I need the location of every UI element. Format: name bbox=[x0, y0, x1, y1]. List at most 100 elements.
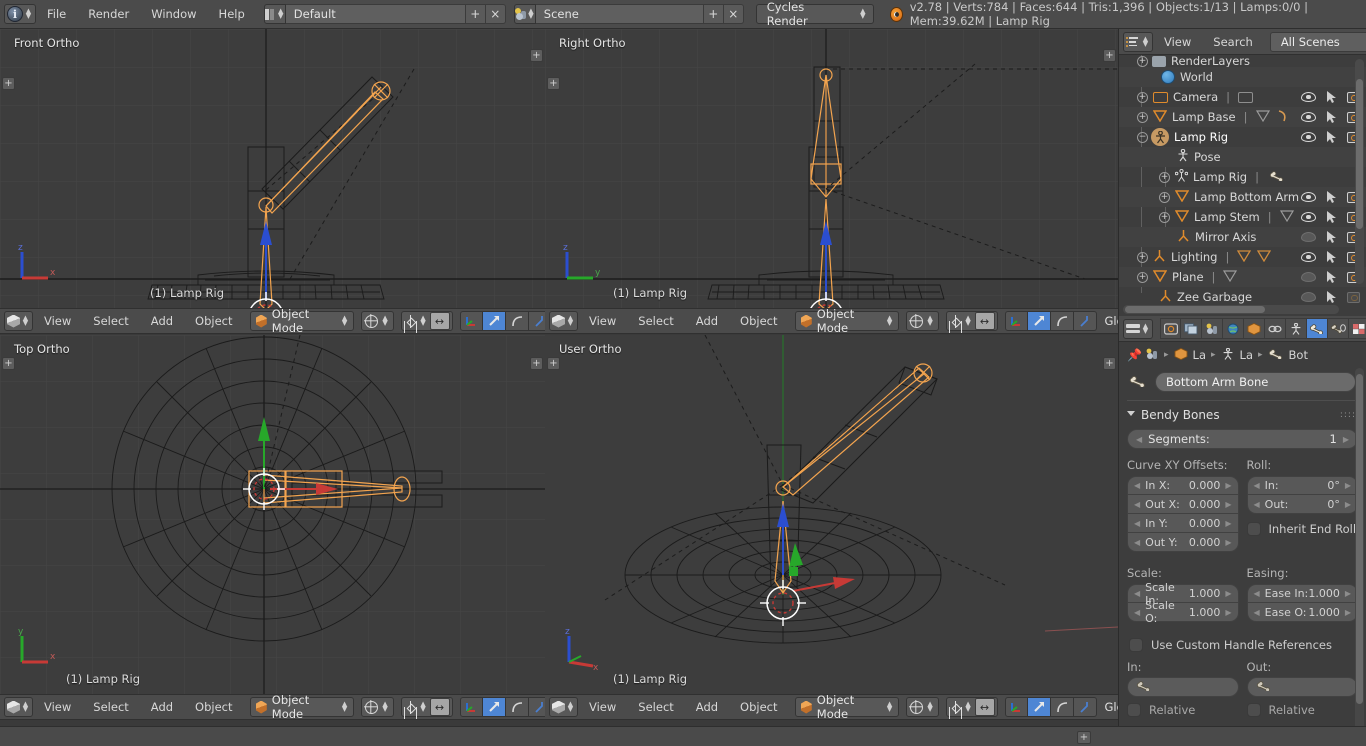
tab-object[interactable] bbox=[1244, 318, 1265, 339]
vp2-menu-view[interactable]: View bbox=[578, 309, 627, 333]
modifier-icon[interactable] bbox=[1276, 109, 1289, 125]
vp3-menu-select[interactable]: Select bbox=[82, 695, 139, 719]
expand-icon[interactable]: + bbox=[1159, 191, 1170, 203]
increment-arrow-icon[interactable]: ▶ bbox=[1345, 481, 1351, 490]
collapse-icon[interactable]: − bbox=[1137, 131, 1148, 143]
increment-arrow-icon[interactable]: ▶ bbox=[1225, 519, 1231, 528]
vp1-menu-object[interactable]: Object bbox=[184, 309, 243, 333]
render-engine-select[interactable]: Cycles Render ▲ ▼ bbox=[755, 0, 874, 28]
outliner-menu-search[interactable]: Search bbox=[1202, 29, 1264, 55]
breadcrumb-bone-label[interactable]: Bot bbox=[1289, 348, 1308, 362]
relative-in-checkbox[interactable] bbox=[1127, 703, 1141, 717]
snap-magnet-icon[interactable]: ↔ bbox=[974, 698, 995, 716]
blender-menu-button[interactable]: i ▲ ▼ bbox=[4, 4, 36, 24]
properties-editor-type-button[interactable]: ▲ ▼ bbox=[1123, 318, 1153, 339]
outliner-editor-type-button[interactable]: ▲ ▼ bbox=[1123, 31, 1153, 52]
outliner-row-lighting[interactable]: + Lighting | bbox=[1119, 247, 1366, 267]
statusbar-add-button[interactable]: + bbox=[1077, 731, 1091, 744]
tab-bone[interactable] bbox=[1307, 318, 1328, 339]
selectable-arrow-icon[interactable] bbox=[1327, 191, 1336, 203]
breadcrumb-bone-icon[interactable] bbox=[1268, 348, 1284, 362]
selectable-arrow-icon[interactable] bbox=[1327, 211, 1336, 223]
increment-arrow-icon[interactable]: ▶ bbox=[1345, 589, 1351, 598]
scale-manipulator-icon[interactable] bbox=[1050, 697, 1074, 717]
scale-out-field[interactable]: ◀ Scale O: 1.000 ▶ bbox=[1127, 599, 1239, 625]
increment-arrow-icon[interactable]: ▶ bbox=[1225, 608, 1231, 617]
bone-name-field[interactable]: Bottom Arm Bone bbox=[1155, 372, 1356, 392]
viewport-top-ortho-canvas[interactable] bbox=[0, 335, 545, 694]
scene-add-button[interactable]: + bbox=[703, 4, 724, 24]
vp2-menu-select[interactable]: Select bbox=[627, 309, 684, 333]
outliner-menu-view[interactable]: View bbox=[1153, 29, 1202, 55]
selectable-arrow-icon[interactable] bbox=[1327, 111, 1336, 123]
tab-bone-constraints[interactable] bbox=[1328, 318, 1349, 339]
viewport-user-ortho[interactable]: User Ortho + + z x (1) Lamp Rig bbox=[545, 335, 1118, 694]
vp3-menu-view[interactable]: View bbox=[33, 695, 82, 719]
outliner-row-lamp-rig[interactable]: − Lamp Rig bbox=[1119, 127, 1366, 147]
custom-handles-row[interactable]: Use Custom Handle References bbox=[1119, 622, 1366, 652]
outliner-row-renderlayers[interactable]: + RenderLayers bbox=[1119, 55, 1366, 67]
editor-type-button-2[interactable]: ▲ ▼ bbox=[549, 311, 578, 331]
tab-world[interactable] bbox=[1223, 318, 1244, 339]
viewport-top-ortho[interactable]: Top Ortho + + y x (1) Lamp Rig bbox=[0, 335, 545, 694]
vp1-menu-view[interactable]: View bbox=[33, 309, 82, 333]
scale-manipulator-icon[interactable] bbox=[1050, 311, 1074, 331]
tab-armature[interactable] bbox=[1286, 318, 1307, 339]
visibility-eye-icon[interactable] bbox=[1301, 92, 1316, 102]
properties-vertical-scrollbar[interactable] bbox=[1355, 368, 1364, 738]
editor-type-button-4[interactable]: ▲ ▼ bbox=[549, 697, 578, 717]
vp1-menu-add[interactable]: Add bbox=[140, 309, 184, 333]
increment-arrow-icon[interactable]: ▶ bbox=[1343, 435, 1349, 444]
screen-layout-spinner-icon[interactable]: ▲ ▼ bbox=[277, 8, 285, 20]
menu-file[interactable]: File bbox=[36, 0, 77, 29]
decrement-arrow-icon[interactable]: ◀ bbox=[1254, 589, 1260, 598]
visibility-eye-icon[interactable] bbox=[1301, 292, 1316, 302]
breadcrumb-armature-icon[interactable] bbox=[1221, 347, 1235, 363]
vp1-mode-select[interactable]: Object Mode ▲ ▼ bbox=[249, 309, 354, 333]
inherit-end-roll-row[interactable]: Inherit End Roll bbox=[1246, 522, 1359, 536]
expand-icon[interactable]: + bbox=[1137, 251, 1148, 263]
scale-manipulator-icon[interactable] bbox=[505, 697, 529, 717]
bend-manipulator-icon[interactable] bbox=[528, 311, 545, 331]
mesh-data-icon[interactable] bbox=[1255, 109, 1270, 125]
top-ortho-toolbar-toggle[interactable]: + bbox=[2, 357, 15, 370]
right-ortho-toolbar-toggle[interactable]: + bbox=[547, 77, 560, 90]
ease-out-field[interactable]: ◀ Ease O: 1.000 ▶ bbox=[1246, 603, 1358, 622]
expand-icon[interactable]: + bbox=[1137, 111, 1148, 123]
visibility-eye-icon[interactable] bbox=[1301, 232, 1316, 242]
screen-layout-icon[interactable]: ▲ ▼ bbox=[263, 4, 286, 24]
breadcrumb-object-label[interactable]: La bbox=[1193, 348, 1206, 362]
bone-icon[interactable] bbox=[1269, 170, 1285, 184]
vp2-menu-object[interactable]: Object bbox=[729, 309, 788, 333]
rotate-manipulator-icon[interactable] bbox=[1027, 697, 1051, 717]
editor-type-button-1[interactable]: ▲ ▼ bbox=[4, 311, 33, 331]
curve-out-x-field[interactable]: ◀ Out X: 0.000 ▶ bbox=[1127, 495, 1239, 514]
front-ortho-toolbar-toggle[interactable]: + bbox=[2, 77, 15, 90]
expand-icon[interactable]: + bbox=[1159, 171, 1170, 183]
outliner-row-plane[interactable]: + Plane | bbox=[1119, 267, 1366, 287]
visibility-eye-icon[interactable] bbox=[1301, 212, 1316, 222]
spinner-icon[interactable]: ▲ ▼ bbox=[24, 8, 33, 20]
selectable-arrow-icon[interactable] bbox=[1327, 91, 1336, 103]
vp3-shading-select[interactable]: ▲ ▼ bbox=[360, 697, 394, 717]
renderable-camera-icon[interactable] bbox=[1347, 291, 1360, 303]
user-ortho-panel-toggle[interactable]: + bbox=[1103, 357, 1116, 370]
mesh-data-icon[interactable] bbox=[1223, 269, 1238, 285]
vp4-shading-select[interactable]: ▲ ▼ bbox=[905, 697, 939, 717]
viewport-front-ortho[interactable]: Front Ortho + + z x (1) Lamp Rig bbox=[0, 29, 545, 308]
outliner-row-lamp-bottom-arm[interactable]: + Lamp Bottom Arm bbox=[1119, 187, 1366, 207]
outliner-row-lamp-stem[interactable]: + Lamp Stem | bbox=[1119, 207, 1366, 227]
menu-render[interactable]: Render bbox=[77, 0, 140, 29]
vp4-menu-object[interactable]: Object bbox=[729, 695, 788, 719]
scene-name[interactable]: Scene bbox=[535, 4, 704, 24]
selectable-arrow-icon[interactable] bbox=[1327, 231, 1336, 243]
decrement-arrow-icon[interactable]: ◀ bbox=[1254, 500, 1260, 509]
vp3-pivot-group[interactable]: ▲ ▼ ↔ bbox=[400, 697, 453, 717]
screen-layout-add-button[interactable]: + bbox=[465, 4, 486, 24]
visibility-eye-icon[interactable] bbox=[1301, 272, 1316, 282]
curve-in-x-field[interactable]: ◀ In X: 0.000 ▶ bbox=[1127, 476, 1239, 495]
bend-manipulator-icon[interactable] bbox=[1073, 697, 1097, 717]
outliner-row-lamp-base[interactable]: + Lamp Base | bbox=[1119, 107, 1366, 127]
rotate-manipulator-icon[interactable] bbox=[1027, 311, 1051, 331]
scene-icon[interactable]: ▲ ▼ bbox=[513, 4, 536, 24]
